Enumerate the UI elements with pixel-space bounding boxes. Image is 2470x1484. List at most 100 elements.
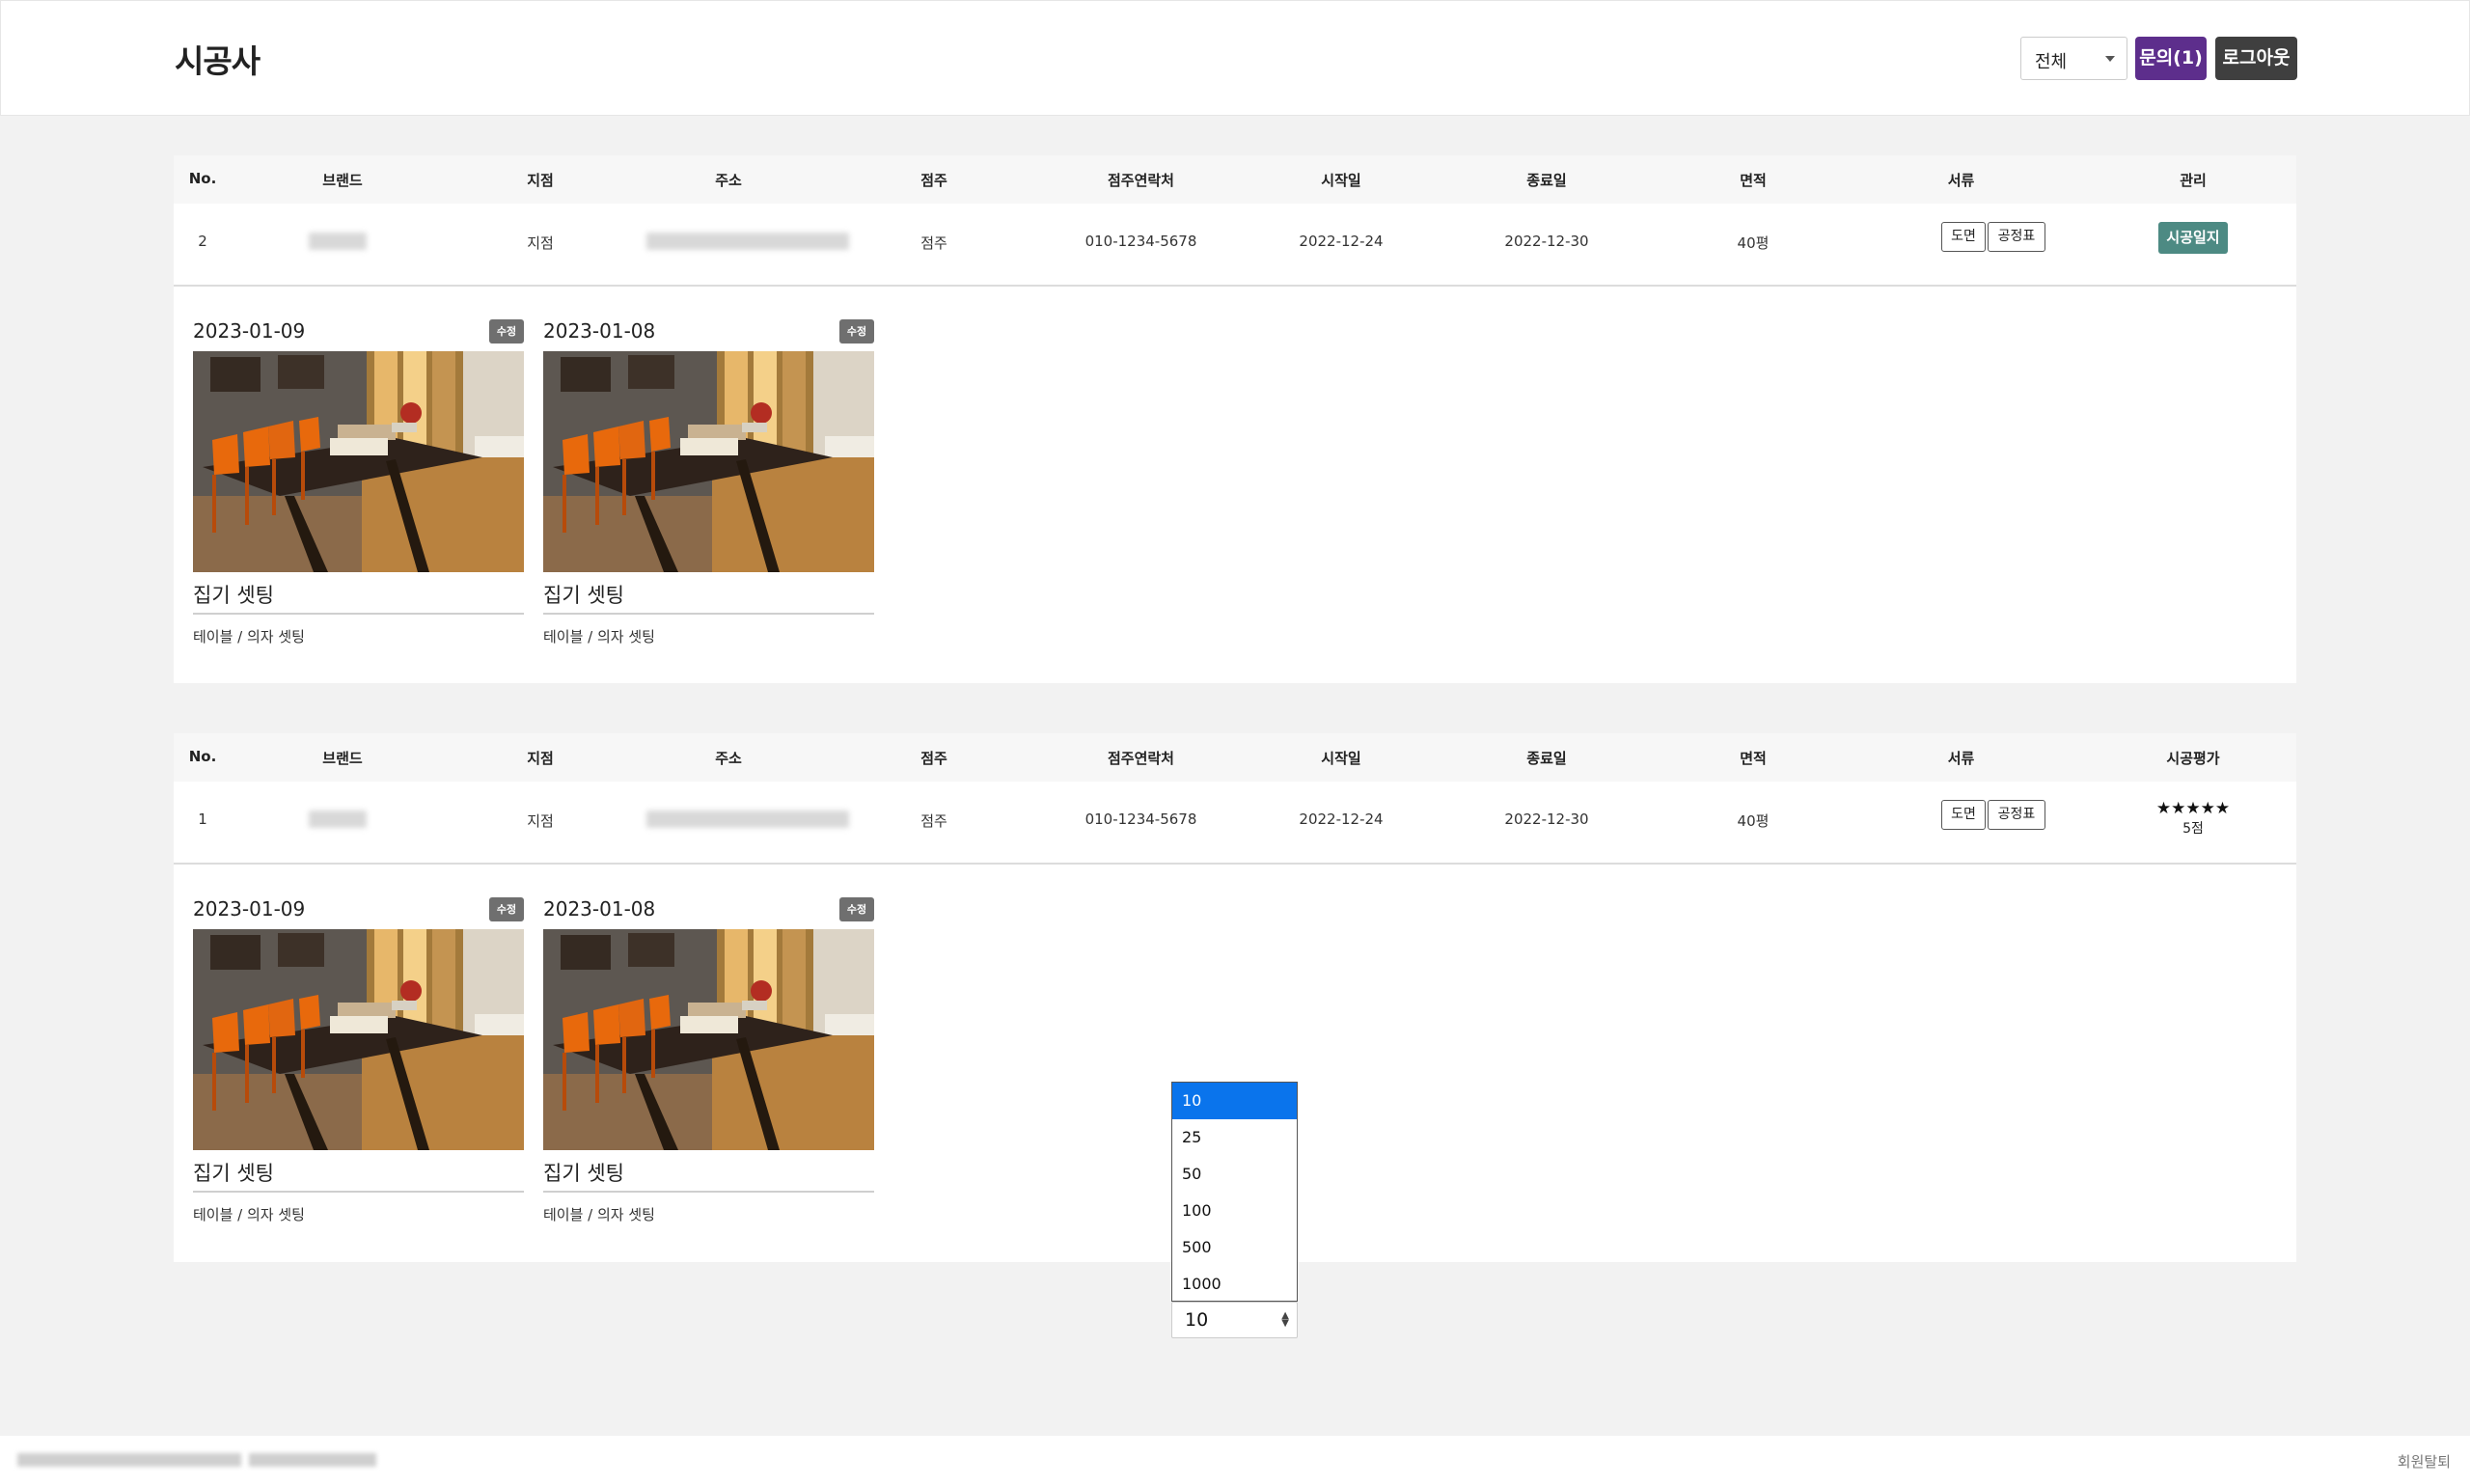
schedule-button[interactable]: 공정표	[1988, 800, 2045, 830]
caret-down-icon	[2105, 56, 2115, 62]
page-size-option-500[interactable]: 500	[1172, 1229, 1297, 1266]
cell-end-date: 2022-12-30	[1504, 233, 1589, 250]
footer-info-redacted	[17, 1453, 241, 1467]
log-entry-card: 2023-01-09 수정 집기 셋팅 테이블 / 의자 셋팅	[193, 897, 524, 1254]
col-header-rating: 시공평가	[2166, 750, 2220, 767]
log-entry-card: 2023-01-08 수정 집기 셋팅 테이블 / 의자 셋팅	[543, 319, 874, 676]
cell-branch: 지점	[527, 812, 554, 830]
table-row: 1 지점 점주 010-1234-5678 2022-12-24 2022-12…	[174, 782, 2296, 865]
divider	[193, 1191, 524, 1193]
construction-log-button[interactable]: 시공일지	[2158, 222, 2228, 254]
log-entry-card: 2023-01-09 수정 집기 셋팅 테이블 / 의자 셋팅	[193, 319, 524, 676]
log-photo	[543, 929, 874, 1150]
cell-start-date: 2022-12-24	[1299, 811, 1384, 828]
log-title: 집기 셋팅	[543, 584, 624, 607]
col-header-branch: 지점	[527, 750, 554, 767]
address-redacted	[646, 811, 849, 828]
log-description: 테이블 / 의자 셋팅	[193, 628, 305, 646]
edit-button[interactable]: 수정	[839, 897, 874, 921]
cell-owner-contact: 010-1234-5678	[1084, 811, 1197, 828]
col-header-owner-contact: 점주연락처	[1107, 750, 1174, 767]
project-card: No. 브랜드 지점 주소 점주 점주연락처 시작일 종료일 면적 서류 관리 …	[174, 155, 2296, 683]
divider	[543, 1191, 874, 1193]
cell-end-date: 2022-12-30	[1504, 811, 1589, 828]
drawing-button[interactable]: 도면	[1941, 222, 1986, 252]
col-header-owner: 점주	[920, 172, 947, 189]
page-size-option-10[interactable]: 10	[1172, 1083, 1297, 1119]
col-header-area: 면적	[1740, 172, 1767, 189]
log-title: 집기 셋팅	[193, 584, 274, 607]
log-description: 테이블 / 의자 셋팅	[543, 1206, 655, 1223]
page-size-value: 10	[1185, 1309, 1209, 1331]
col-header-start-date: 시작일	[1321, 750, 1361, 767]
col-header-start-date: 시작일	[1321, 172, 1361, 189]
log-photo	[543, 351, 874, 572]
log-photo	[193, 351, 524, 572]
page-size-option-50[interactable]: 50	[1172, 1156, 1297, 1193]
address-redacted	[646, 233, 849, 250]
col-header-address: 주소	[715, 172, 742, 189]
star-rating-icon: ★★★★★	[2155, 799, 2231, 818]
divider	[193, 613, 524, 615]
cell-start-date: 2022-12-24	[1299, 233, 1384, 250]
logout-button[interactable]: 로그아웃	[2215, 37, 2297, 80]
col-header-owner-contact: 점주연락처	[1107, 172, 1174, 189]
col-header-documents: 서류	[1947, 172, 1975, 189]
cell-owner: 점주	[920, 234, 947, 252]
log-date: 2023-01-09	[193, 897, 306, 921]
page-size-option-25[interactable]: 25	[1172, 1119, 1297, 1156]
page-size-option-1000[interactable]: 1000	[1172, 1266, 1297, 1303]
cell-branch: 지점	[527, 234, 554, 252]
footer-info-redacted	[249, 1453, 376, 1467]
rating-score: 5점	[2182, 821, 2204, 837]
divider	[543, 613, 874, 615]
page-size-option-100[interactable]: 100	[1172, 1193, 1297, 1229]
col-header-end-date: 종료일	[1526, 750, 1567, 767]
log-date: 2023-01-08	[543, 897, 656, 921]
cell-owner-contact: 010-1234-5678	[1084, 233, 1197, 250]
col-header-address: 주소	[715, 750, 742, 767]
col-header-manage: 관리	[2180, 172, 2207, 189]
cell-owner: 점주	[920, 812, 947, 830]
page-size-options: 10 25 50 100 500 1000	[1171, 1082, 1298, 1302]
top-header: 시공사 전체 문의(1) 로그아웃	[0, 0, 2470, 116]
col-header-no: No.	[188, 748, 217, 765]
log-entry-card: 2023-01-08 수정 집기 셋팅 테이블 / 의자 셋팅	[543, 897, 874, 1254]
page-title: 시공사	[175, 42, 261, 80]
drawing-button[interactable]: 도면	[1941, 800, 1986, 830]
inquiry-button[interactable]: 문의(1)	[2135, 37, 2207, 80]
edit-button[interactable]: 수정	[489, 897, 524, 921]
page-size-select[interactable]: 10 ▲ ▼	[1171, 1302, 1298, 1338]
col-header-brand: 브랜드	[322, 750, 363, 767]
updown-arrow-icon: ▲ ▼	[1281, 1310, 1289, 1329]
log-description: 테이블 / 의자 셋팅	[543, 628, 655, 646]
rating: ★★★★★ 5점	[2142, 799, 2244, 838]
filter-select-value: 전체	[2035, 52, 2068, 72]
col-header-branch: 지점	[527, 172, 554, 189]
schedule-button[interactable]: 공정표	[1988, 222, 2045, 252]
log-description: 테이블 / 의자 셋팅	[193, 1206, 305, 1223]
log-date: 2023-01-08	[543, 319, 656, 343]
table-header: No. 브랜드 지점 주소 점주 점주연락처 시작일 종료일 면적 서류 시공평…	[174, 733, 2296, 782]
withdraw-link[interactable]: 회원탈퇴	[2398, 1451, 2451, 1471]
brand-redacted	[309, 233, 367, 250]
cell-area: 40평	[1737, 234, 1770, 252]
cell-no: 2	[198, 233, 207, 250]
cell-no: 1	[198, 811, 207, 828]
table-header: No. 브랜드 지점 주소 점주 점주연락처 시작일 종료일 면적 서류 관리	[174, 155, 2296, 204]
col-header-documents: 서류	[1947, 750, 1975, 767]
edit-button[interactable]: 수정	[839, 319, 874, 344]
col-header-end-date: 종료일	[1526, 172, 1567, 189]
col-header-brand: 브랜드	[322, 172, 363, 189]
col-header-owner: 점주	[920, 750, 947, 767]
edit-button[interactable]: 수정	[489, 319, 524, 344]
filter-select[interactable]: 전체	[2020, 37, 2127, 80]
table-row: 2 지점 점주 010-1234-5678 2022-12-24 2022-12…	[174, 204, 2296, 287]
log-title: 집기 셋팅	[543, 1162, 624, 1185]
log-photo	[193, 929, 524, 1150]
brand-redacted	[309, 811, 367, 828]
footer: 회원탈퇴	[0, 1436, 2470, 1484]
col-header-no: No.	[188, 170, 217, 187]
cell-area: 40평	[1737, 812, 1770, 830]
col-header-area: 면적	[1740, 750, 1767, 767]
